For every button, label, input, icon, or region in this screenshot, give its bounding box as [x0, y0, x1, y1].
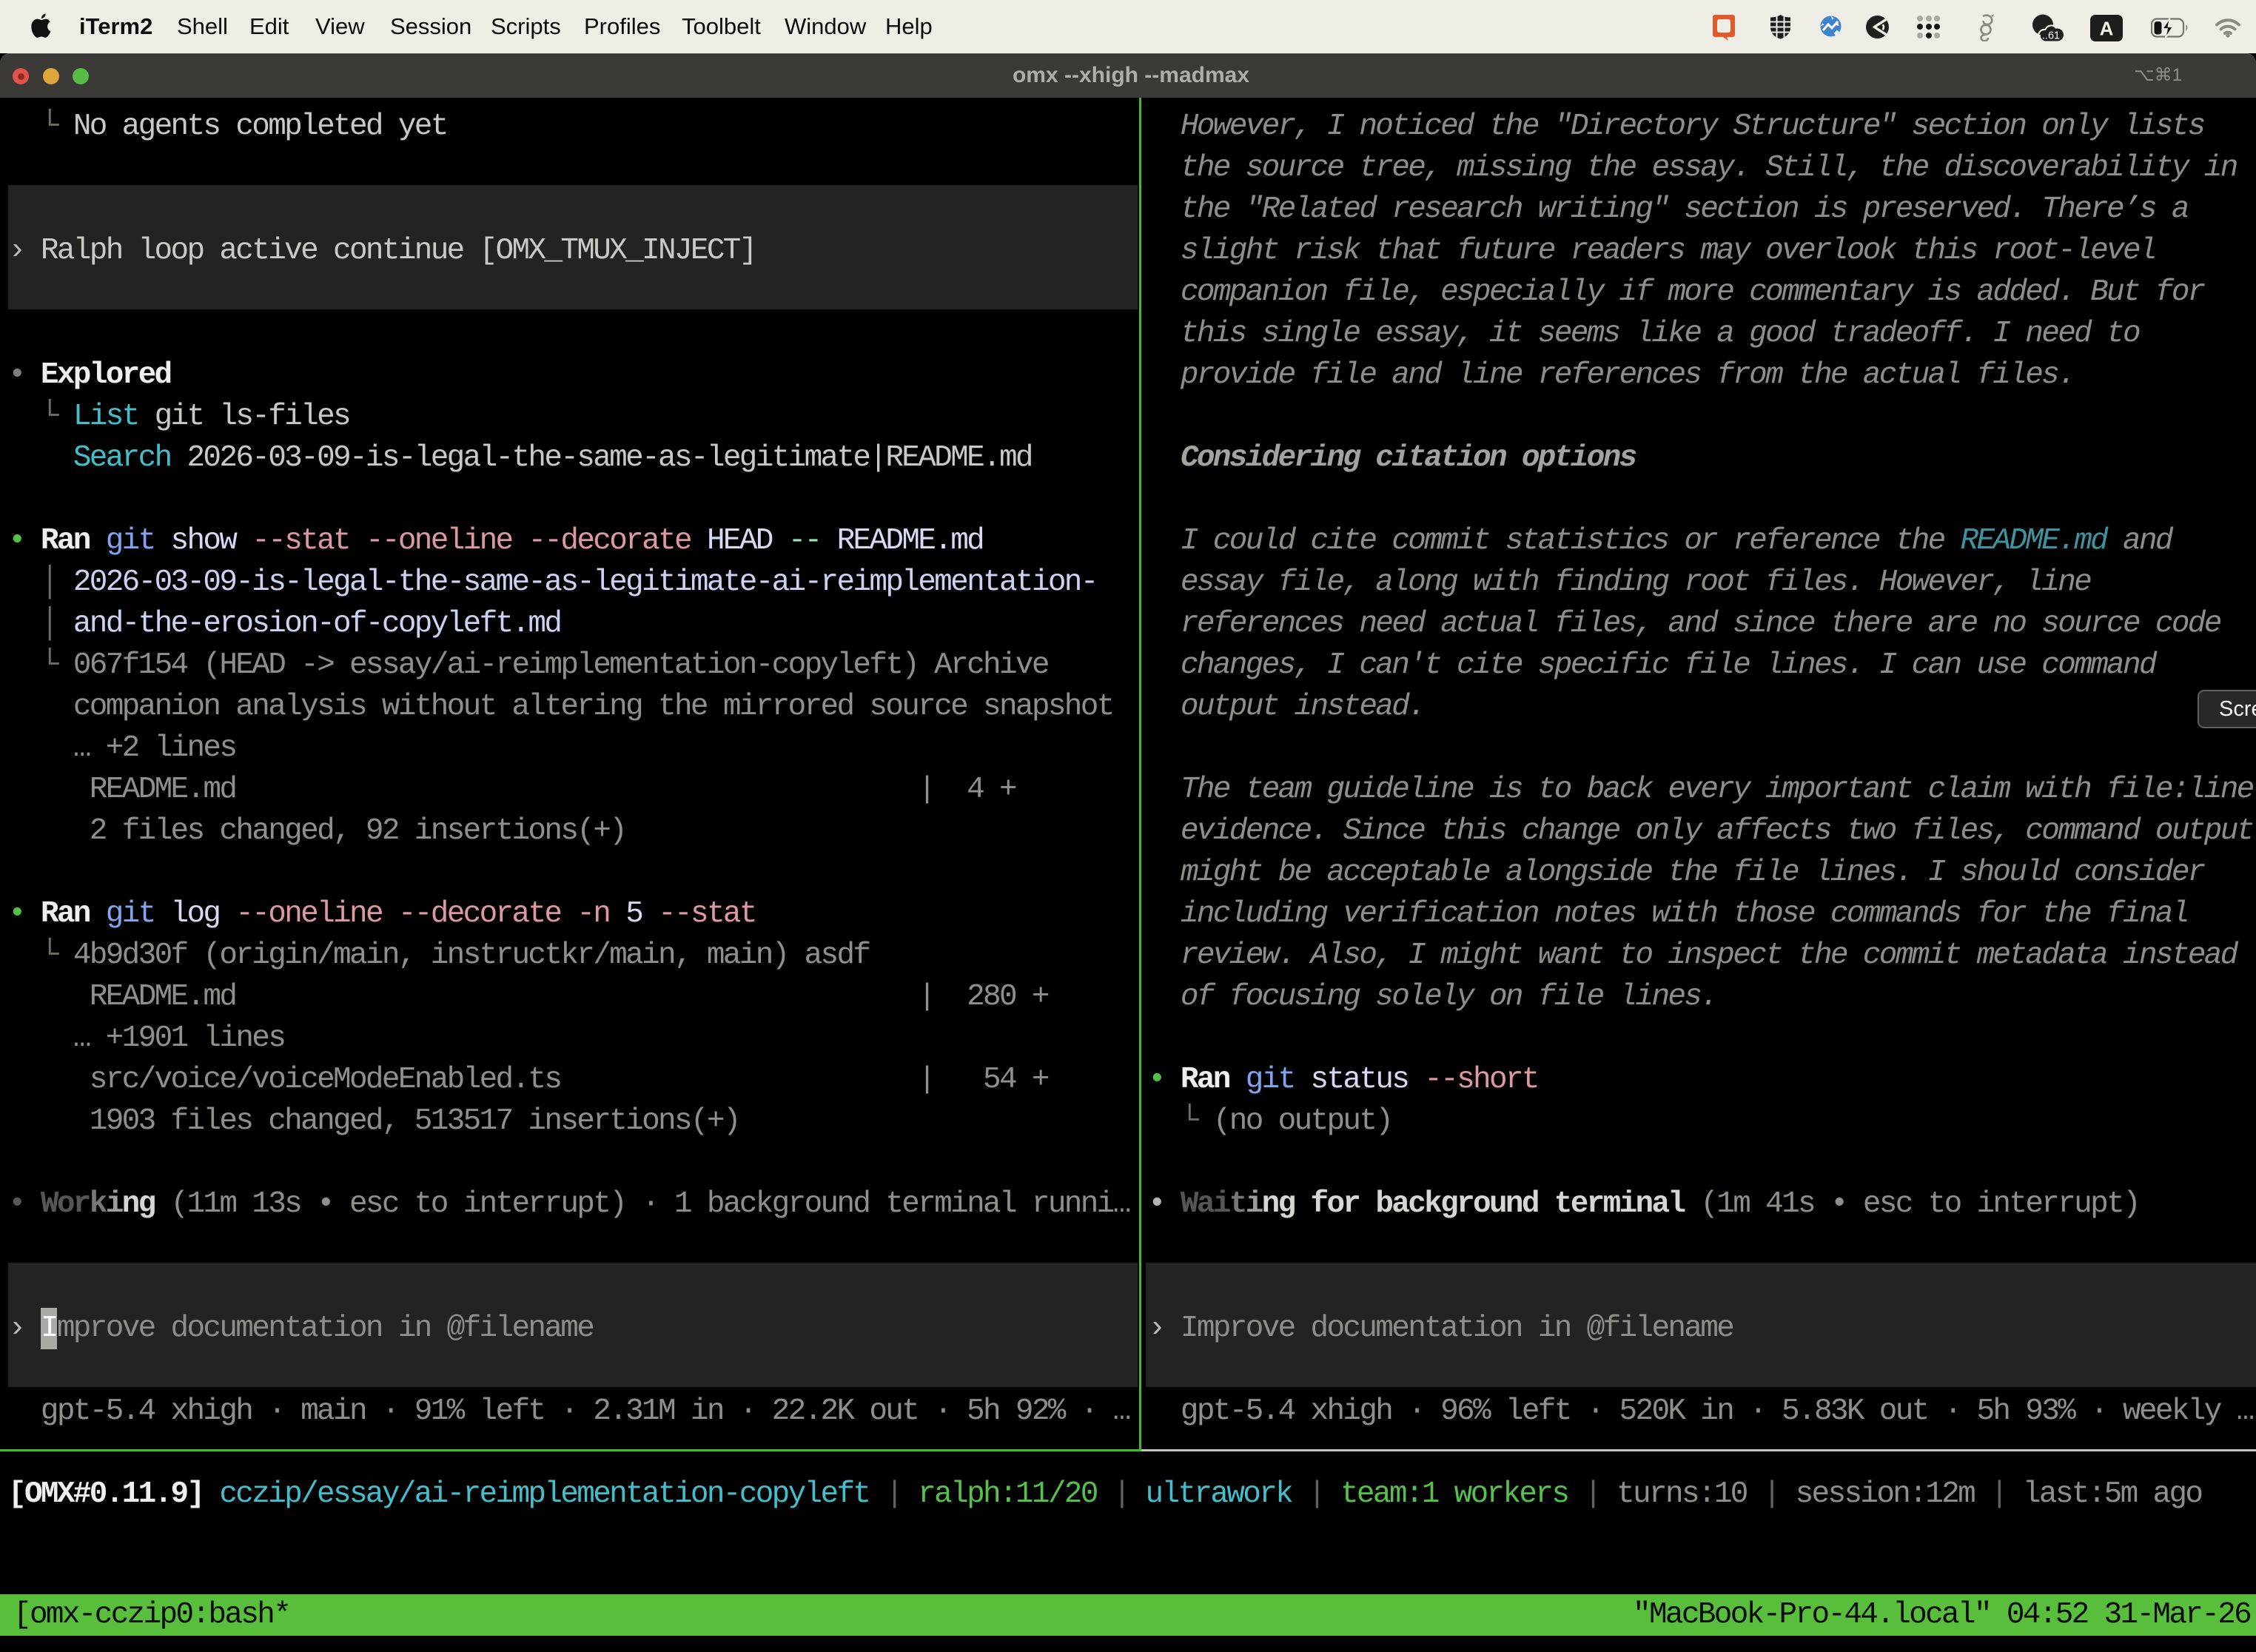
svg-text:..61: ..61	[2042, 30, 2060, 42]
svg-text:A: A	[2100, 18, 2114, 40]
